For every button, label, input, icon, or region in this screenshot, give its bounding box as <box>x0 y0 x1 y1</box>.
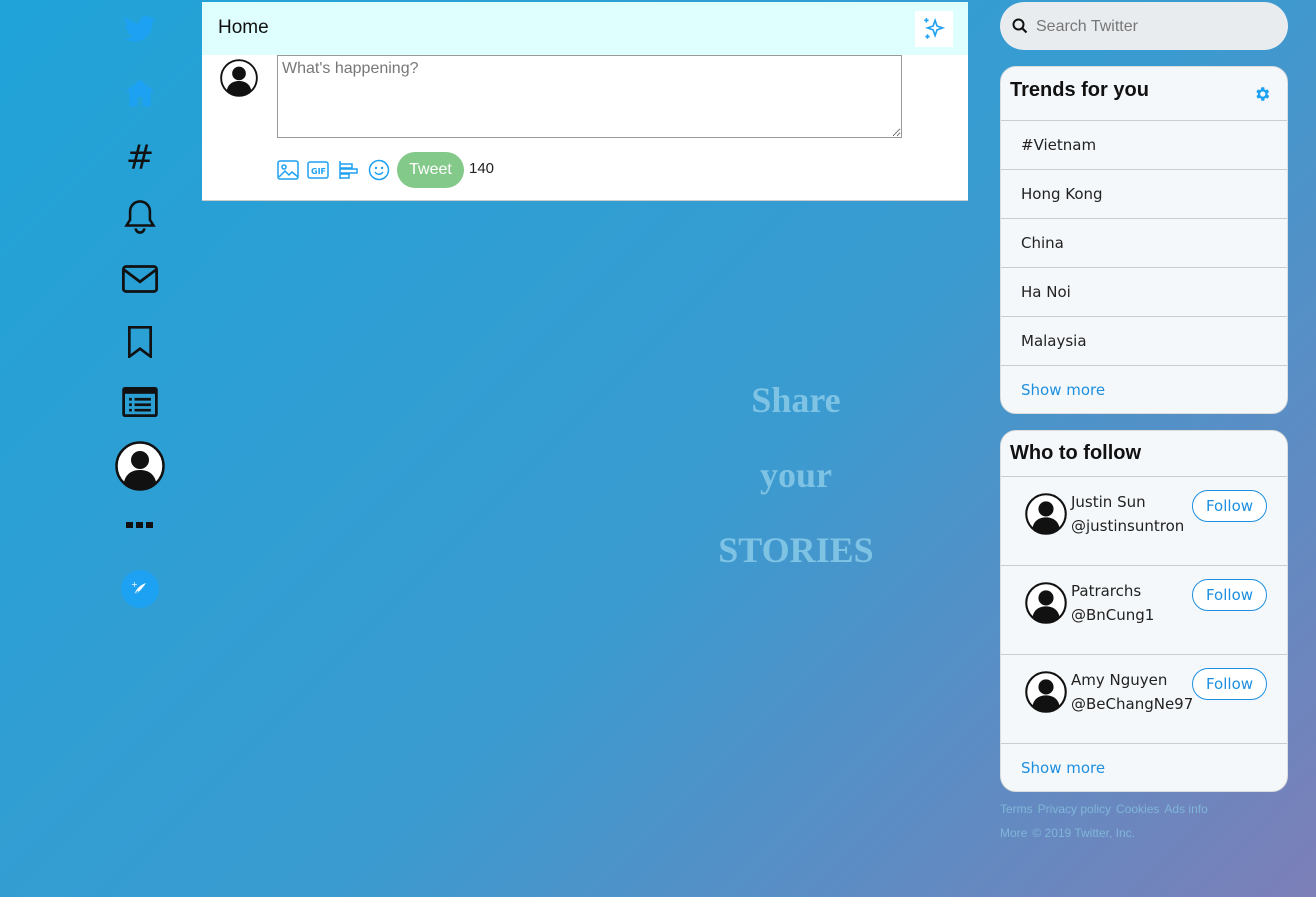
trend-item[interactable]: #Vietnam <box>1001 120 1287 169</box>
poll-icon[interactable] <box>338 159 360 181</box>
home-header: Home <box>202 2 968 55</box>
timeline-panel: Home GIF Tweet 140 <box>202 2 968 201</box>
trend-item[interactable]: Ha Noi <box>1001 267 1287 316</box>
list-icon[interactable] <box>110 387 170 417</box>
footer-link-terms[interactable]: Terms <box>1000 802 1033 816</box>
follow-handle: @BeChangNe97 <box>1071 695 1194 713</box>
twitter-logo-icon[interactable] <box>110 15 170 43</box>
stories-line-2: your <box>760 455 832 495</box>
gif-icon[interactable]: GIF <box>307 159 329 181</box>
trend-item[interactable]: Malaysia <box>1001 316 1287 365</box>
footer-link-privacy[interactable]: Privacy policy <box>1038 802 1111 816</box>
copyright: © 2019 Twitter, Inc. <box>1032 826 1136 840</box>
compose-icon: + <box>121 570 159 608</box>
tweet-button[interactable]: Tweet <box>397 152 464 188</box>
follow-show-more-row: Show more <box>1001 743 1287 791</box>
trend-label: Hong Kong <box>1021 185 1103 203</box>
home-icon[interactable] <box>110 78 170 108</box>
bell-icon[interactable] <box>110 198 170 236</box>
footer-link-cookies[interactable]: Cookies <box>1116 802 1159 816</box>
avatar[interactable] <box>1025 671 1067 718</box>
share-your-stories-text: Share your STORIES <box>700 363 892 588</box>
svg-text:GIF: GIF <box>311 167 326 176</box>
more-icon[interactable] <box>110 520 170 530</box>
emoji-icon[interactable] <box>368 159 390 181</box>
profile-avatar-icon[interactable] <box>110 441 170 491</box>
trends-show-more-link[interactable]: Show more <box>1021 381 1105 399</box>
page-title: Home <box>218 17 269 38</box>
trend-item[interactable]: China <box>1001 218 1287 267</box>
follow-name[interactable]: Amy Nguyen <box>1071 671 1167 689</box>
compose-button[interactable]: + <box>110 570 170 608</box>
trends-card: Trends for you #Vietnam Hong Kong China … <box>1000 66 1288 414</box>
footer-link-ads-info[interactable]: Ads info <box>1164 802 1207 816</box>
follow-button[interactable]: Follow <box>1192 490 1267 522</box>
gear-icon[interactable] <box>1253 85 1271 108</box>
follow-button[interactable]: Follow <box>1192 668 1267 700</box>
trend-label: Ha Noi <box>1021 283 1071 301</box>
tweet-composer-input[interactable] <box>277 55 902 138</box>
search-input[interactable] <box>1034 2 1278 52</box>
search-box <box>1000 2 1288 52</box>
trend-label: China <box>1021 234 1064 252</box>
follow-name[interactable]: Patrarchs <box>1071 582 1141 600</box>
mail-icon[interactable] <box>110 264 170 294</box>
hashtag-icon[interactable]: # <box>110 138 170 178</box>
sparkle-icon[interactable] <box>915 11 953 47</box>
footer-links-row: Terms Privacy policy Cookies Ads info <box>1000 797 1290 821</box>
avatar[interactable] <box>1025 493 1067 540</box>
who-to-follow-card: Who to follow Justin Sun @justinsuntron … <box>1000 430 1288 792</box>
follow-handle: @justinsuntron <box>1071 517 1185 535</box>
char-counter: 140 <box>469 160 495 177</box>
footer: Terms Privacy policy Cookies Ads info More ©… <box>1000 797 1290 845</box>
trend-label: Malaysia <box>1021 332 1087 350</box>
trends-title: Trends for you <box>1010 79 1149 101</box>
footer-link-more[interactable]: More <box>1000 826 1027 840</box>
trend-label: #Vietnam <box>1021 136 1097 154</box>
image-icon[interactable] <box>277 159 299 181</box>
who-to-follow-title: Who to follow <box>1010 442 1142 464</box>
follow-name[interactable]: Justin Sun <box>1071 493 1146 511</box>
follow-suggestion: Amy Nguyen @BeChangNe97 Follow <box>1001 654 1287 743</box>
footer-second-row: More © 2019 Twitter, Inc. <box>1000 821 1290 845</box>
follow-suggestion: Justin Sun @justinsuntron Follow <box>1001 476 1287 565</box>
stories-line-1: Share <box>751 380 841 420</box>
trends-show-more-row: Show more <box>1001 365 1287 413</box>
bookmark-icon[interactable] <box>110 326 170 358</box>
follow-suggestion: Patrarchs @BnCung1 Follow <box>1001 565 1287 654</box>
svg-text:+: + <box>131 580 138 589</box>
avatar[interactable] <box>1025 582 1067 629</box>
stories-line-3: STORIES <box>718 530 874 570</box>
composer-avatar <box>220 59 258 102</box>
search-icon <box>1012 18 1028 39</box>
follow-button[interactable]: Follow <box>1192 579 1267 611</box>
follow-show-more-link[interactable]: Show more <box>1021 759 1105 777</box>
follow-handle: @BnCung1 <box>1071 606 1155 624</box>
trend-item[interactable]: Hong Kong <box>1001 169 1287 218</box>
